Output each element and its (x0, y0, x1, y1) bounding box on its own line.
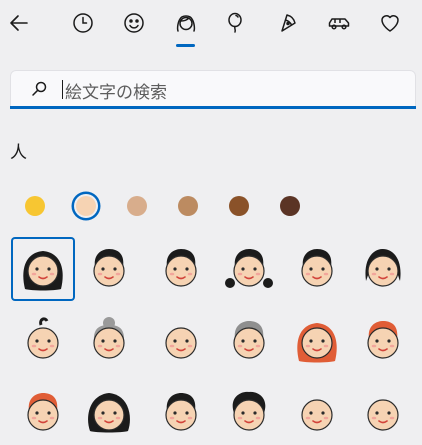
tab-celebration[interactable] (221, 8, 251, 38)
back-arrow-icon (10, 15, 28, 31)
boy-emoji[interactable] (285, 237, 349, 301)
heart-icon (381, 15, 399, 32)
woman-red-hair-emoji-icon (297, 323, 337, 363)
search-icon (32, 81, 47, 96)
girl-emoji[interactable] (217, 237, 281, 301)
search-focus-underline (10, 106, 416, 109)
search-box[interactable]: 絵文字の検索 (10, 70, 416, 109)
skin-tone-medium-light[interactable] (127, 196, 147, 216)
tab-smileys[interactable] (119, 8, 149, 38)
skin-tone-medium-dark[interactable] (229, 196, 249, 216)
person-red-hair-emoji-icon (27, 393, 59, 431)
girl-emoji-icon (225, 249, 273, 288)
child-emoji[interactable] (351, 237, 415, 301)
tab-symbols[interactable] (375, 8, 405, 38)
old-man-emoji[interactable] (149, 309, 213, 373)
people-icon (176, 15, 196, 32)
baby-emoji-icon (27, 317, 59, 359)
section-title: 人 (10, 143, 27, 163)
back-button[interactable] (4, 8, 34, 38)
skin-tone-default[interactable] (25, 196, 45, 216)
tab-people[interactable] (171, 8, 201, 38)
man-emoji-icon (93, 249, 125, 287)
woman-emoji[interactable] (11, 237, 75, 301)
recent-clock-icon (73, 13, 93, 33)
smiley-icon (124, 13, 144, 33)
man-red-hair-emoji[interactable] (351, 309, 415, 373)
man-emoji[interactable] (77, 237, 141, 301)
search-placeholder[interactable]: 絵文字の検索 (65, 78, 167, 103)
person-curly-hair-emoji[interactable] (217, 381, 281, 445)
man-curly-hair-emoji-icon (165, 393, 197, 431)
woman-curly-hair-emoji-icon (88, 393, 130, 433)
balloon-icon (228, 12, 242, 33)
boy-emoji-icon (301, 249, 333, 287)
text-caret (62, 80, 63, 99)
woman-red-hair-emoji[interactable] (285, 309, 349, 373)
old-woman-emoji[interactable] (77, 309, 141, 373)
older-person-emoji-icon (233, 321, 265, 359)
man-bald-emoji-icon (367, 399, 399, 431)
child-emoji-icon (365, 249, 401, 287)
person-emoji-icon (165, 249, 197, 287)
tab-food[interactable] (273, 8, 303, 38)
man-curly-hair-emoji[interactable] (149, 381, 213, 445)
car-icon (328, 18, 350, 30)
skin-tone-dark[interactable] (280, 196, 300, 216)
woman-bald-emoji[interactable] (285, 381, 349, 445)
man-red-hair-emoji-icon (367, 321, 399, 359)
old-woman-emoji-icon (93, 317, 125, 359)
person-emoji[interactable] (149, 237, 213, 301)
old-man-emoji-icon (165, 327, 197, 359)
pizza-icon (281, 14, 296, 32)
selected-tab-indicator (176, 44, 195, 47)
man-bald-emoji[interactable] (351, 381, 415, 445)
category-bar (0, 0, 422, 52)
woman-bald-emoji-icon (301, 399, 333, 431)
skin-tone-medium[interactable] (178, 196, 198, 216)
older-person-emoji[interactable] (217, 309, 281, 373)
woman-curly-hair-emoji[interactable] (77, 381, 141, 445)
tab-travel[interactable] (324, 8, 354, 38)
woman-emoji-icon (23, 251, 63, 291)
baby-emoji[interactable] (11, 309, 75, 373)
person-red-hair-emoji[interactable] (11, 381, 75, 445)
skin-tone-light[interactable] (76, 196, 96, 216)
person-curly-hair-emoji-icon (232, 391, 266, 431)
tab-recent[interactable] (68, 8, 98, 38)
